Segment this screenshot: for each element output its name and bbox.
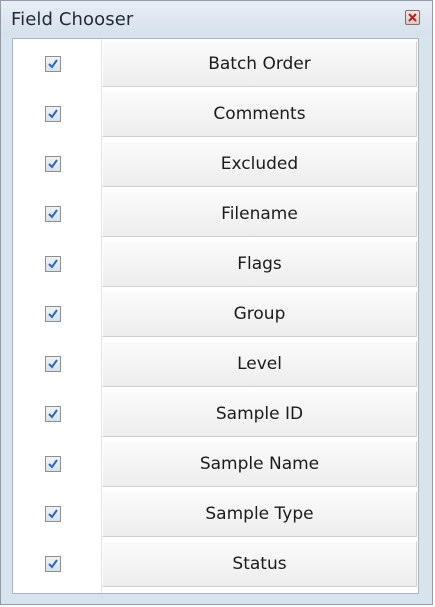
checkmark-icon: [48, 509, 58, 519]
field-button[interactable]: Group: [102, 291, 417, 337]
checkmark-icon: [48, 59, 58, 69]
field-label: Sample Name: [199, 454, 320, 474]
list-item: Group: [13, 289, 418, 339]
field-label: Flags: [237, 254, 282, 274]
window-title: Field Chooser: [11, 9, 134, 30]
checkbox-cell: [13, 289, 101, 339]
field-label: Filename: [221, 204, 298, 224]
checkbox[interactable]: [45, 156, 61, 172]
field-label: Level: [237, 354, 282, 374]
checkmark-icon: [48, 259, 58, 269]
list-item: Flags: [13, 239, 418, 289]
field-button[interactable]: Sample ID: [102, 391, 417, 437]
checkbox-cell: [13, 39, 101, 89]
checkmark-icon: [48, 109, 58, 119]
checkbox-cell: [13, 339, 101, 389]
checkbox[interactable]: [45, 256, 61, 272]
field-button[interactable]: Filename: [102, 191, 417, 237]
field-label: Sample Type: [205, 504, 314, 524]
field-label: Sample ID: [215, 404, 304, 424]
checkbox-cell: [13, 139, 101, 189]
close-icon[interactable]: [405, 10, 420, 25]
checkbox-cell: [13, 439, 101, 489]
field-button[interactable]: Status: [102, 541, 417, 587]
checkbox[interactable]: [45, 206, 61, 222]
list-item: Batch Order: [13, 39, 418, 89]
list-item: Excluded: [13, 139, 418, 189]
field-label: Comments: [213, 104, 306, 124]
list-item: Sample Type: [13, 489, 418, 539]
checkbox[interactable]: [45, 106, 61, 122]
field-label: Batch Order: [208, 54, 311, 74]
checkbox[interactable]: [45, 456, 61, 472]
checkmark-icon: [48, 559, 58, 569]
checkbox-cell: [13, 539, 101, 589]
title-bar[interactable]: Field Chooser: [1, 1, 432, 35]
list-item: Level: [13, 339, 418, 389]
checkbox[interactable]: [45, 306, 61, 322]
field-chooser-window: Field Chooser Batch Order Comments Exclu…: [0, 0, 433, 605]
field-button[interactable]: Level: [102, 341, 417, 387]
checkbox[interactable]: [45, 506, 61, 522]
list-item: Sample Name: [13, 439, 418, 489]
checkbox[interactable]: [45, 556, 61, 572]
field-button[interactable]: Flags: [102, 241, 417, 287]
list-item: Filename: [13, 189, 418, 239]
field-button[interactable]: Sample Type: [102, 491, 417, 537]
checkbox-cell: [13, 389, 101, 439]
list-item: Status: [13, 539, 418, 589]
field-button[interactable]: Batch Order: [102, 41, 417, 87]
field-label: Excluded: [220, 154, 299, 174]
list-item: Comments: [13, 89, 418, 139]
checkmark-icon: [48, 209, 58, 219]
checkbox-cell: [13, 239, 101, 289]
checkbox-cell: [13, 189, 101, 239]
checkmark-icon: [48, 409, 58, 419]
checkmark-icon: [48, 459, 58, 469]
checkbox-cell: [13, 89, 101, 139]
checkmark-icon: [48, 159, 58, 169]
field-button[interactable]: Sample Name: [102, 441, 417, 487]
list-item: Sample ID: [13, 389, 418, 439]
checkbox[interactable]: [45, 356, 61, 372]
field-label: Status: [232, 554, 287, 574]
field-button[interactable]: Comments: [102, 91, 417, 137]
checkbox[interactable]: [45, 56, 61, 72]
checkmark-icon: [48, 309, 58, 319]
field-label: Group: [233, 304, 286, 324]
field-list: Batch Order Comments Excluded Filename F…: [12, 38, 419, 594]
checkmark-icon: [48, 359, 58, 369]
checkbox[interactable]: [45, 406, 61, 422]
field-button[interactable]: Excluded: [102, 141, 417, 187]
checkbox-cell: [13, 489, 101, 539]
